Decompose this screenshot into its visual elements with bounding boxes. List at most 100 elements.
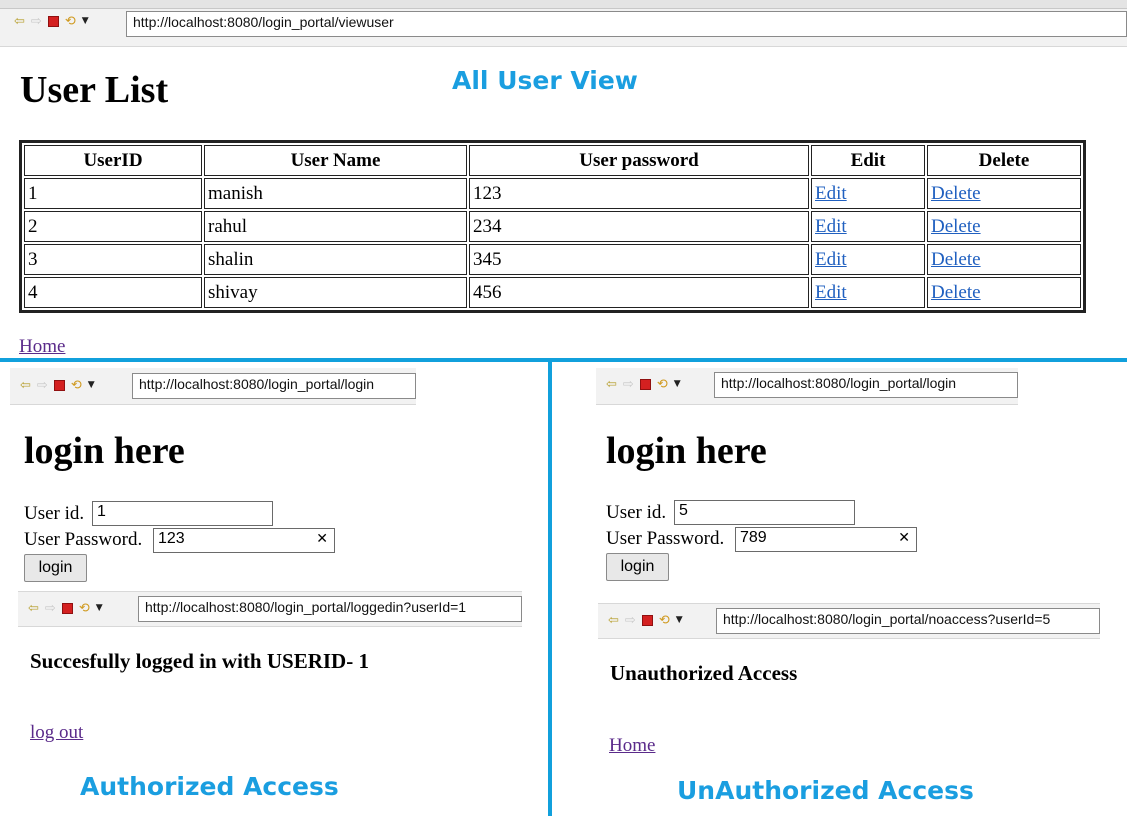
home-link[interactable]: Home bbox=[19, 336, 65, 358]
delete-link[interactable]: Delete bbox=[931, 216, 981, 237]
right-password-label: User Password. bbox=[606, 528, 725, 549]
refresh-icon[interactable]: ⟲ bbox=[657, 378, 668, 391]
clear-x-icon[interactable]: ✕ bbox=[898, 530, 910, 546]
user-list-heading: User List bbox=[20, 69, 169, 111]
left-password-field[interactable]: 123 ✕ bbox=[153, 528, 335, 553]
back-arrow-icon[interactable]: ⇦ bbox=[20, 379, 31, 392]
cell-edit: Edit bbox=[811, 244, 925, 275]
unauthorized-access-caption: UnAuthorized Access bbox=[677, 776, 974, 805]
top-tab-strip bbox=[0, 0, 1127, 9]
edit-link[interactable]: Edit bbox=[815, 249, 847, 270]
right-userid-label: User id. bbox=[606, 502, 667, 523]
right-password-field[interactable]: 789 ✕ bbox=[735, 527, 917, 552]
unauthorized-message: Unauthorized Access bbox=[610, 661, 798, 685]
right-login-button[interactable]: login bbox=[606, 553, 669, 581]
cell-userid: 2 bbox=[24, 211, 202, 242]
cell-edit: Edit bbox=[811, 178, 925, 209]
left-result-url-bar[interactable]: http://localhost:8080/login_portal/logge… bbox=[138, 596, 522, 622]
col-userid: UserID bbox=[24, 145, 202, 176]
cell-edit: Edit bbox=[811, 211, 925, 242]
stop-icon[interactable] bbox=[641, 615, 653, 626]
authorized-access-caption: Authorized Access bbox=[80, 772, 339, 801]
right-result-url-bar[interactable]: http://localhost:8080/login_portal/noacc… bbox=[716, 608, 1100, 634]
top-url-bar[interactable]: http://localhost:8080/login_portal/viewu… bbox=[126, 11, 1127, 37]
stop-icon[interactable] bbox=[639, 379, 651, 390]
delete-link[interactable]: Delete bbox=[931, 249, 981, 270]
cell-username: shivay bbox=[204, 277, 467, 308]
col-edit: Edit bbox=[811, 145, 925, 176]
stop-icon[interactable] bbox=[53, 380, 65, 391]
chevron-down-icon[interactable]: ▼ bbox=[96, 604, 103, 613]
forward-arrow-icon[interactable]: ⇨ bbox=[45, 602, 56, 615]
forward-arrow-icon[interactable]: ⇨ bbox=[37, 379, 48, 392]
stop-icon[interactable] bbox=[61, 603, 73, 614]
back-arrow-icon[interactable]: ⇦ bbox=[608, 614, 619, 627]
forward-arrow-icon[interactable]: ⇨ bbox=[625, 614, 636, 627]
chevron-down-icon[interactable]: ▼ bbox=[674, 380, 681, 389]
refresh-icon[interactable]: ⟲ bbox=[71, 379, 82, 392]
user-table: UserID User Name User password Edit Dele… bbox=[19, 140, 1086, 313]
table-row: 2 rahul 234 Edit Delete bbox=[24, 211, 1081, 242]
left-userid-field[interactable]: 1 bbox=[92, 501, 273, 526]
left-password-value: 123 bbox=[158, 530, 185, 547]
all-user-view-caption: All User View bbox=[452, 66, 638, 95]
left-success-message: Succesfully logged in with USERID- 1 bbox=[30, 649, 369, 673]
cell-userid: 3 bbox=[24, 244, 202, 275]
right-result-toolbar: ⇦ ⇨ ⟲ ▼ http://localhost:8080/login_port… bbox=[598, 603, 1100, 639]
cell-delete: Delete bbox=[927, 178, 1081, 209]
edit-link[interactable]: Edit bbox=[815, 282, 847, 303]
refresh-icon[interactable]: ⟲ bbox=[79, 602, 90, 615]
right-home-link[interactable]: Home bbox=[609, 735, 655, 757]
cell-password: 123 bbox=[469, 178, 809, 209]
col-password: User password bbox=[469, 145, 809, 176]
cell-username: shalin bbox=[204, 244, 467, 275]
cell-delete: Delete bbox=[927, 244, 1081, 275]
forward-arrow-icon[interactable]: ⇨ bbox=[31, 15, 42, 28]
cell-username: manish bbox=[204, 178, 467, 209]
refresh-icon[interactable]: ⟲ bbox=[659, 614, 670, 627]
chevron-down-icon[interactable]: ▼ bbox=[82, 17, 89, 26]
delete-link[interactable]: Delete bbox=[931, 183, 981, 204]
table-row: 4 shivay 456 Edit Delete bbox=[24, 277, 1081, 308]
cell-password: 345 bbox=[469, 244, 809, 275]
forward-arrow-icon[interactable]: ⇨ bbox=[623, 378, 634, 391]
left-result-toolbar: ⇦ ⇨ ⟲ ▼ http://localhost:8080/login_port… bbox=[18, 591, 522, 627]
table-row: 3 shalin 345 Edit Delete bbox=[24, 244, 1081, 275]
cell-delete: Delete bbox=[927, 277, 1081, 308]
cell-username: rahul bbox=[204, 211, 467, 242]
right-login-url-bar[interactable]: http://localhost:8080/login_portal/login bbox=[714, 372, 1018, 398]
left-userid-label: User id. bbox=[24, 503, 85, 524]
chevron-down-icon[interactable]: ▼ bbox=[88, 381, 95, 390]
right-login-toolbar: ⇦ ⇨ ⟲ ▼ http://localhost:8080/login_port… bbox=[596, 368, 1018, 405]
right-userid-field[interactable]: 5 bbox=[674, 500, 855, 525]
left-login-heading: login here bbox=[24, 430, 185, 472]
back-arrow-icon[interactable]: ⇦ bbox=[28, 602, 39, 615]
logout-link[interactable]: log out bbox=[30, 722, 83, 744]
left-login-button[interactable]: login bbox=[24, 554, 87, 582]
vertical-divider bbox=[548, 362, 552, 816]
delete-link[interactable]: Delete bbox=[931, 282, 981, 303]
top-browser-toolbar: ⇦ ⇨ ⟲ ▼ http://localhost:8080/login_port… bbox=[0, 0, 1127, 47]
back-arrow-icon[interactable]: ⇦ bbox=[606, 378, 617, 391]
cell-password: 456 bbox=[469, 277, 809, 308]
edit-link[interactable]: Edit bbox=[815, 216, 847, 237]
cell-userid: 4 bbox=[24, 277, 202, 308]
clear-x-icon[interactable]: ✕ bbox=[316, 531, 328, 547]
col-delete: Delete bbox=[927, 145, 1081, 176]
cell-password: 234 bbox=[469, 211, 809, 242]
table-row: 1 manish 123 Edit Delete bbox=[24, 178, 1081, 209]
cell-delete: Delete bbox=[927, 211, 1081, 242]
stop-icon[interactable] bbox=[47, 16, 59, 27]
back-arrow-icon[interactable]: ⇦ bbox=[14, 15, 25, 28]
cell-edit: Edit bbox=[811, 277, 925, 308]
refresh-icon[interactable]: ⟲ bbox=[65, 15, 76, 28]
left-login-url-bar[interactable]: http://localhost:8080/login_portal/login bbox=[132, 373, 416, 399]
horizontal-divider bbox=[0, 358, 1127, 362]
left-password-label: User Password. bbox=[24, 529, 143, 550]
edit-link[interactable]: Edit bbox=[815, 183, 847, 204]
chevron-down-icon[interactable]: ▼ bbox=[676, 616, 683, 625]
cell-userid: 1 bbox=[24, 178, 202, 209]
right-password-value: 789 bbox=[740, 529, 767, 546]
col-username: User Name bbox=[204, 145, 467, 176]
left-login-toolbar: ⇦ ⇨ ⟲ ▼ http://localhost:8080/login_port… bbox=[10, 368, 416, 405]
